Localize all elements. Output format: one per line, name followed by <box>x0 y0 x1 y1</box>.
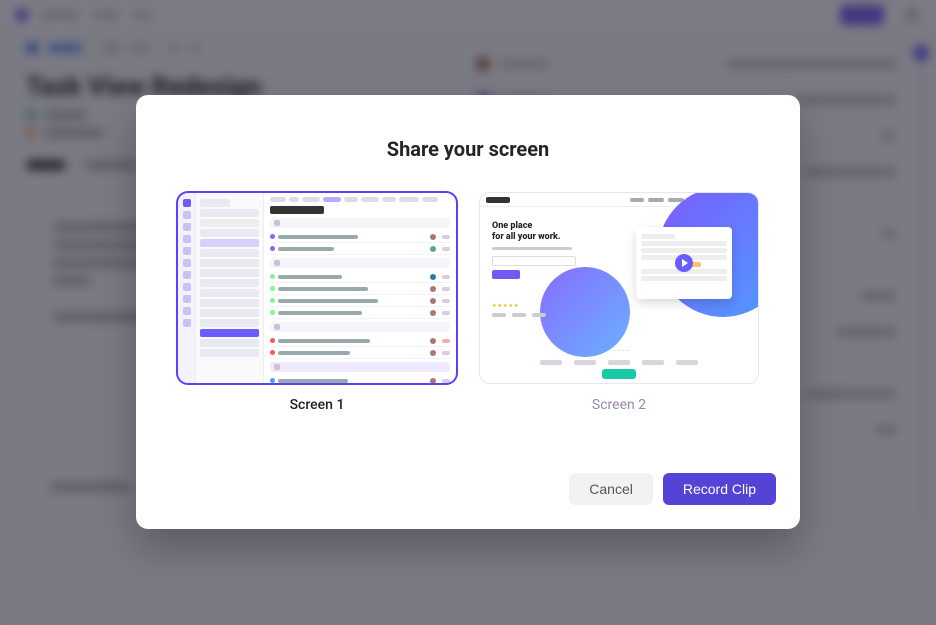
record-clip-button[interactable]: Record Clip <box>663 473 776 505</box>
screen-1-label: Screen 1 <box>178 397 456 413</box>
screen-option-2[interactable]: One place for all your work. <box>480 193 758 473</box>
share-screen-modal: Share your screen <box>136 95 800 529</box>
modal-title: Share your screen <box>136 95 800 193</box>
modal-actions: Cancel Record Clip <box>136 473 800 529</box>
screen-1-thumbnail[interactable] <box>178 193 456 383</box>
screen-2-thumbnail[interactable]: One place for all your work. <box>480 193 758 383</box>
hero-headline-1: One place <box>492 221 576 232</box>
screen-options: Screen 1 One place for all your work. <box>136 193 800 473</box>
hero-headline-2: for all your work. <box>492 232 576 243</box>
cancel-button[interactable]: Cancel <box>569 473 653 505</box>
play-icon <box>675 254 693 272</box>
screen-option-1[interactable]: Screen 1 <box>178 193 456 473</box>
screen-2-label: Screen 2 <box>480 397 758 413</box>
